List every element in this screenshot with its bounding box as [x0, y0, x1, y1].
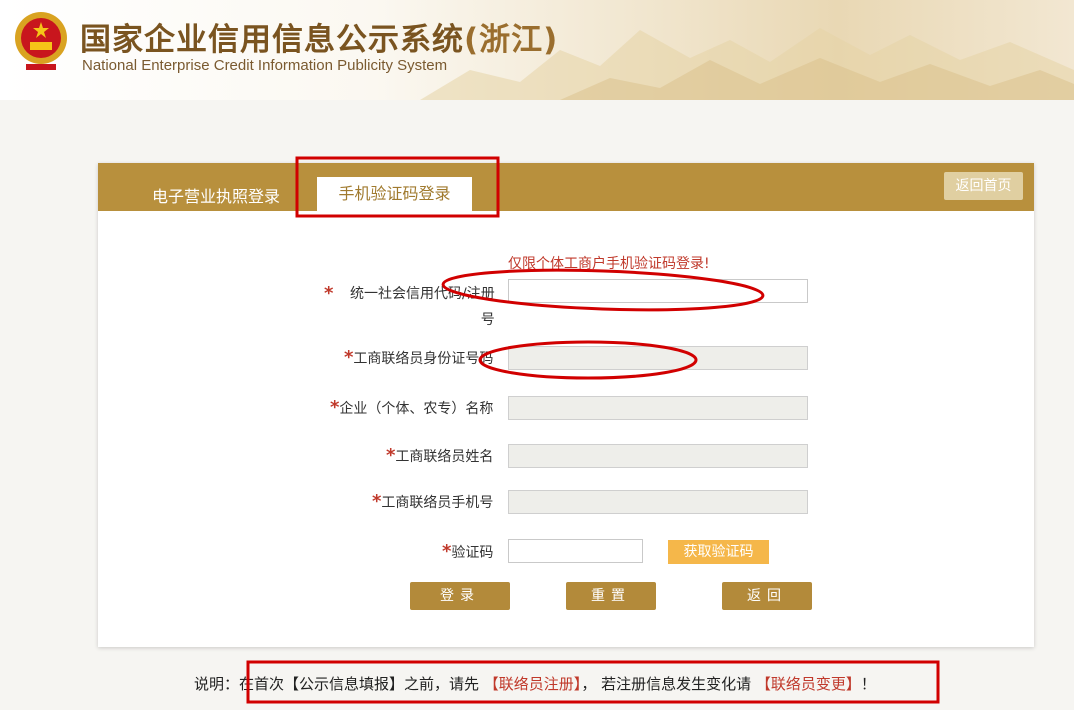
- back-button[interactable]: 返回: [722, 582, 812, 610]
- login-tab-bar: 电子营业执照登录 手机验证码登录 返回首页: [98, 163, 1034, 211]
- enterprise-name-input[interactable]: [508, 396, 808, 420]
- login-button[interactable]: 登录: [410, 582, 510, 610]
- label-liaison-phone: *工商联络员手机号: [372, 491, 494, 512]
- verify-code-input[interactable]: [508, 539, 643, 563]
- liaison-change-link[interactable]: 【联络员变更】: [756, 675, 861, 693]
- back-home-button[interactable]: 返回首页: [944, 172, 1023, 200]
- label-liaison-name: *工商联络员姓名: [386, 445, 494, 466]
- site-title: 国家企业信用信息公示系统(浙江): [80, 22, 559, 58]
- liaison-name-input[interactable]: [508, 444, 808, 468]
- login-notice: 仅限个体工商户手机验证码登录!: [508, 256, 710, 272]
- credit-code-input[interactable]: [508, 279, 808, 303]
- site-header: 国家企业信用信息公示系统(浙江) National Enterprise Cre…: [0, 0, 1074, 100]
- footnote-instructions: 说明：在首次【公示信息填报】之前，请先 【联络员注册】， 若注册信息发生变化请 …: [194, 675, 876, 693]
- label-enterprise-name: *企业（个体、农专）名称: [330, 397, 494, 418]
- label-credit-code: * 统一社会信用代码/注册 号: [324, 283, 495, 328]
- tab-sms-code-login[interactable]: 手机验证码登录: [317, 177, 472, 211]
- liaison-phone-input[interactable]: [508, 490, 808, 514]
- id-number-input[interactable]: [508, 346, 808, 370]
- get-code-button[interactable]: 获取验证码: [668, 540, 769, 564]
- label-verify-code: *验证码: [442, 541, 494, 562]
- liaison-register-link[interactable]: 【联络员注册】: [484, 675, 582, 693]
- label-id-number: *工商联络员身份证号码: [344, 347, 494, 368]
- reset-button[interactable]: 重置: [566, 582, 656, 610]
- tab-e-license-login[interactable]: 电子营业执照登录: [152, 183, 280, 207]
- national-emblem-icon: [15, 12, 67, 70]
- site-subtitle: National Enterprise Credit Information P…: [82, 57, 448, 74]
- login-panel: 电子营业执照登录 手机验证码登录 返回首页 仅限个体工商户手机验证码登录! * …: [98, 163, 1034, 647]
